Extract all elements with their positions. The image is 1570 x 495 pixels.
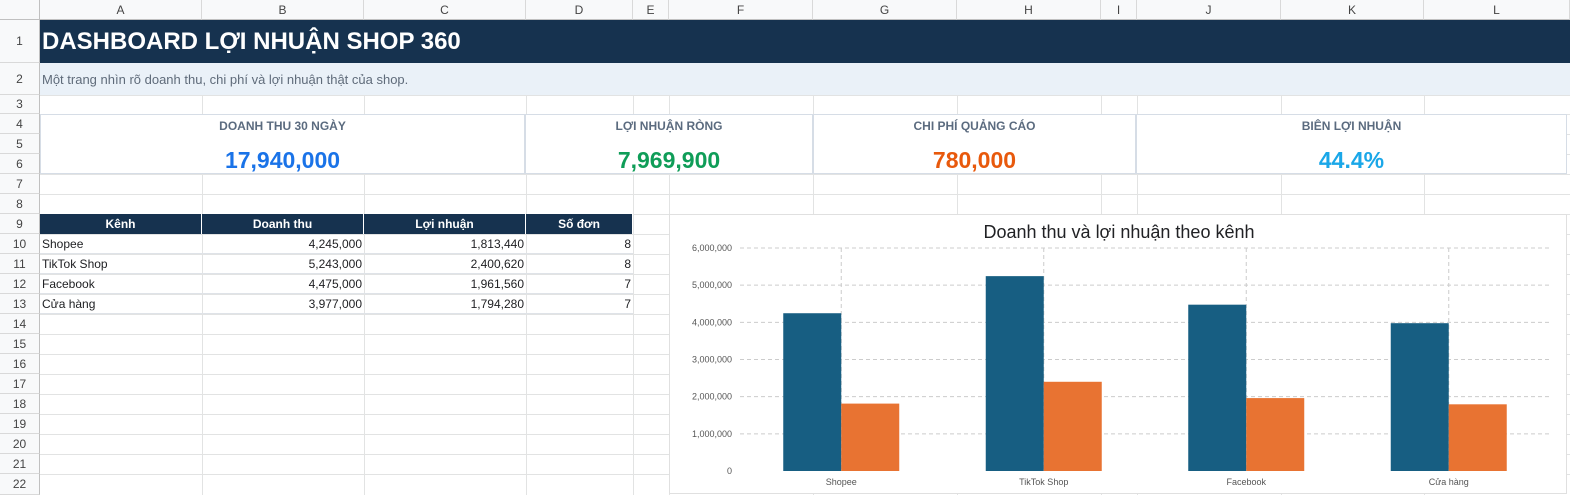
row-header-21[interactable]: 21 (0, 454, 40, 474)
table-cell[interactable]: Cửa hàng (40, 294, 202, 314)
table-cell[interactable]: 1,813,440 (364, 234, 526, 254)
column-header-e[interactable]: E (633, 0, 669, 20)
y-tick-label: 4,000,000 (692, 317, 732, 327)
table-cell[interactable]: 7 (526, 294, 633, 314)
bar-cửa-hàng-series-2 (1448, 404, 1507, 471)
table-cell[interactable]: 1,961,560 (364, 274, 526, 294)
column-header-d[interactable]: D (526, 0, 633, 20)
gridline-horizontal (40, 95, 1570, 96)
y-tick-label: 0 (727, 466, 732, 476)
table-cell[interactable]: Shopee (40, 234, 202, 254)
table-header-profit[interactable]: Lợi nhuận (364, 214, 526, 234)
row-header-14[interactable]: 14 (0, 314, 40, 334)
table-cell[interactable]: 4,475,000 (202, 274, 364, 294)
column-header-i[interactable]: I (1101, 0, 1137, 20)
row-header-3[interactable]: 3 (0, 95, 40, 114)
column-header-k[interactable]: K (1281, 0, 1424, 20)
kpi-label-margin[interactable]: BIÊN LỢI NHUẬN (1136, 118, 1567, 134)
kpi-value-ad-cost[interactable]: 780,000 (813, 146, 1136, 174)
row-header-7[interactable]: 7 (0, 174, 40, 194)
row-header-1[interactable]: 1 (0, 20, 40, 63)
revenue-profit-chart[interactable]: Doanh thu và lợi nhuận theo kênh 0 1,000,0… (669, 214, 1567, 494)
row-header-19[interactable]: 19 (0, 414, 40, 434)
y-tick-label: 6,000,000 (692, 243, 732, 253)
row-header-18[interactable]: 18 (0, 394, 40, 414)
row-header-22[interactable]: 22 (0, 474, 40, 495)
column-header-h[interactable]: H (957, 0, 1101, 20)
row-header-8[interactable]: 8 (0, 194, 40, 214)
row-header-9[interactable]: 9 (0, 214, 40, 234)
row-header-6[interactable]: 6 (0, 154, 40, 174)
kpi-label-net-profit[interactable]: LỢI NHUẬN RÒNG (525, 118, 813, 134)
table-cell[interactable]: 7 (526, 274, 633, 294)
column-header-f[interactable]: F (669, 0, 813, 20)
x-tick-label: Shopee (826, 477, 857, 487)
y-tick-label: 3,000,000 (692, 355, 732, 365)
x-tick-label: TikTok Shop (1019, 477, 1068, 487)
gridline-horizontal (40, 194, 1570, 195)
select-all-corner[interactable] (0, 0, 40, 20)
bar-shopee-series-2 (841, 403, 900, 471)
column-header-c[interactable]: C (364, 0, 526, 20)
table-cell[interactable]: 5,243,000 (202, 254, 364, 274)
chart-svg: Doanh thu và lợi nhuận theo kênh 0 1,000,0… (692, 222, 1550, 487)
bar-facebook-series-1 (1188, 304, 1247, 471)
table-header-revenue[interactable]: Doanh thu (202, 214, 364, 234)
spreadsheet: ABCDEFGHIJKL 1 2 3 4 5 6 7 8 9 10 11 12 13 14 15 16 17 18… (0, 0, 1570, 495)
column-header-b[interactable]: B (202, 0, 364, 20)
row-header-4[interactable]: 4 (0, 114, 40, 134)
row-header-11[interactable]: 11 (0, 254, 40, 274)
column-header-g[interactable]: G (813, 0, 957, 20)
column-header-l[interactable]: L (1424, 0, 1570, 20)
table-cell[interactable]: 2,400,620 (364, 254, 526, 274)
bar-tiktok-shop-series-1 (985, 276, 1044, 471)
table-cell[interactable]: TikTok Shop (40, 254, 202, 274)
row-header-5[interactable]: 5 (0, 134, 40, 154)
row-header-13[interactable]: 13 (0, 294, 40, 314)
row-header-17[interactable]: 17 (0, 374, 40, 394)
bar-shopee-series-1 (783, 313, 842, 471)
bar-cửa-hàng-series-1 (1390, 323, 1449, 471)
kpi-value-revenue[interactable]: 17,940,000 (40, 146, 525, 174)
row-header-2[interactable]: 2 (0, 63, 40, 95)
table-header-channel[interactable]: Kênh (40, 214, 202, 234)
y-tick-label: 2,000,000 (692, 392, 732, 402)
kpi-label-revenue[interactable]: DOANH THU 30 NGÀY (40, 118, 525, 134)
table-header-orders[interactable]: Số đơn (526, 214, 633, 234)
table-cell[interactable]: 8 (526, 254, 633, 274)
dashboard-title[interactable]: DASHBOARD LỢI NHUẬN SHOP 360 (42, 20, 461, 63)
y-tick-label: 5,000,000 (692, 280, 732, 290)
bar-facebook-series-2 (1246, 398, 1305, 471)
row-header-15[interactable]: 15 (0, 334, 40, 354)
table-cell[interactable]: 8 (526, 234, 633, 254)
x-tick-label: Facebook (1226, 477, 1266, 487)
kpi-label-ad-cost[interactable]: CHI PHÍ QUẢNG CÁO (813, 118, 1136, 134)
column-header-a[interactable]: A (40, 0, 202, 20)
x-tick-label: Cửa hàng (1429, 477, 1469, 487)
kpi-value-net-profit[interactable]: 7,969,900 (525, 146, 813, 174)
dashboard-subtitle[interactable]: Một trang nhìn rõ doanh thu, chi phí và … (42, 63, 408, 95)
bar-tiktok-shop-series-2 (1043, 381, 1102, 471)
y-tick-label: 1,000,000 (692, 429, 732, 439)
table-cell[interactable]: 3,977,000 (202, 294, 364, 314)
column-header-j[interactable]: J (1137, 0, 1281, 20)
row-header-10[interactable]: 10 (0, 234, 40, 254)
table-cell[interactable]: Facebook (40, 274, 202, 294)
row-header-12[interactable]: 12 (0, 274, 40, 294)
table-cell[interactable]: 4,245,000 (202, 234, 364, 254)
row-header-20[interactable]: 20 (0, 434, 40, 454)
row-header-16[interactable]: 16 (0, 354, 40, 374)
gridline-horizontal (40, 174, 1570, 175)
table-cell[interactable]: 1,794,280 (364, 294, 526, 314)
kpi-value-margin[interactable]: 44.4% (1136, 146, 1567, 174)
chart-title: Doanh thu và lợi nhuận theo kênh (983, 222, 1254, 242)
